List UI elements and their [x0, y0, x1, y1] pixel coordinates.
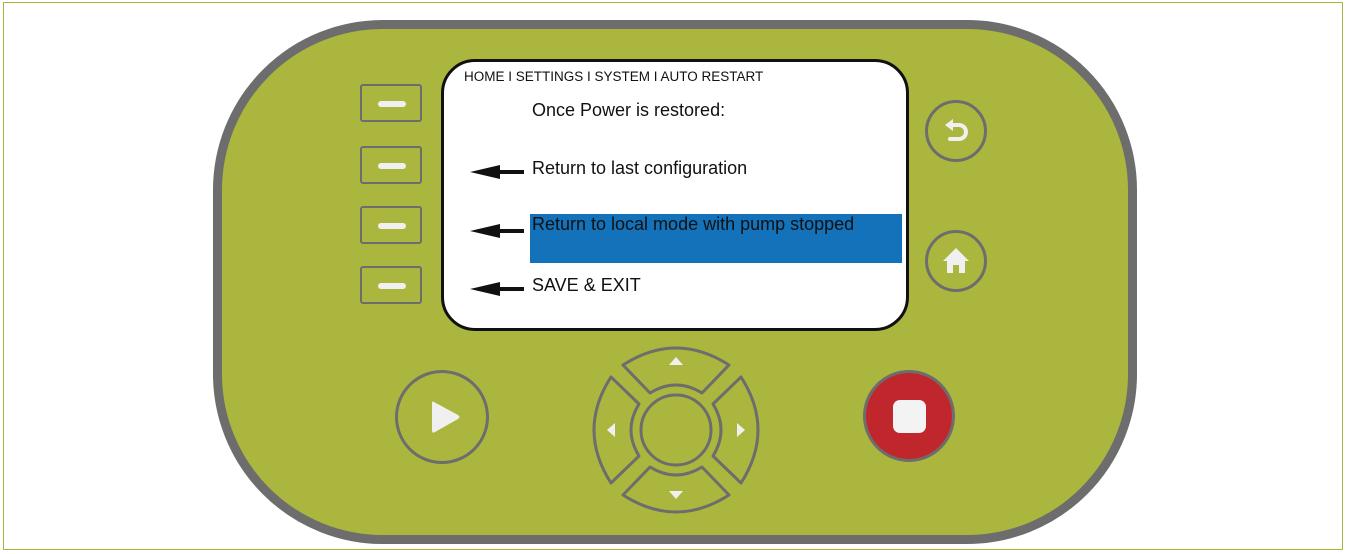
stop-icon — [893, 400, 926, 433]
soft-key-2-button[interactable] — [360, 146, 422, 184]
dash-icon — [378, 163, 406, 169]
back-button[interactable] — [925, 100, 987, 162]
dpad-center-button[interactable] — [639, 393, 713, 467]
home-icon — [943, 248, 969, 273]
option-return-local-mode[interactable]: Return to local mode with pump stopped — [530, 214, 902, 263]
dash-icon — [378, 223, 406, 229]
breadcrumb: HOME I SETTINGS I SYSTEM I AUTO RESTART — [464, 69, 764, 84]
left-arrow-icon — [470, 282, 524, 296]
soft-key-3-button[interactable] — [360, 206, 422, 244]
soft-key-4-button[interactable] — [360, 266, 422, 304]
option-return-last-config[interactable]: Return to last configuration — [532, 158, 747, 179]
screen-heading: Once Power is restored: — [532, 100, 726, 120]
home-button[interactable] — [925, 230, 987, 292]
directional-pad — [592, 346, 760, 514]
dpad-left-button[interactable] — [592, 375, 641, 485]
option-save-exit[interactable]: SAVE & EXIT — [532, 275, 641, 296]
play-icon — [432, 401, 460, 433]
dash-icon — [378, 283, 406, 289]
stop-button[interactable] — [863, 370, 955, 462]
soft-key-1-button[interactable] — [360, 84, 422, 122]
left-arrow-icon — [470, 165, 524, 179]
display-screen: HOME I SETTINGS I SYSTEM I AUTO RESTART … — [441, 59, 909, 331]
dpad-up-button[interactable] — [621, 346, 731, 395]
dpad-down-button[interactable] — [621, 465, 731, 514]
back-arrow-icon — [945, 119, 968, 141]
left-arrow-icon — [470, 224, 524, 238]
play-button[interactable] — [395, 370, 489, 464]
dpad-right-button[interactable] — [711, 375, 760, 485]
dash-icon — [378, 101, 406, 107]
